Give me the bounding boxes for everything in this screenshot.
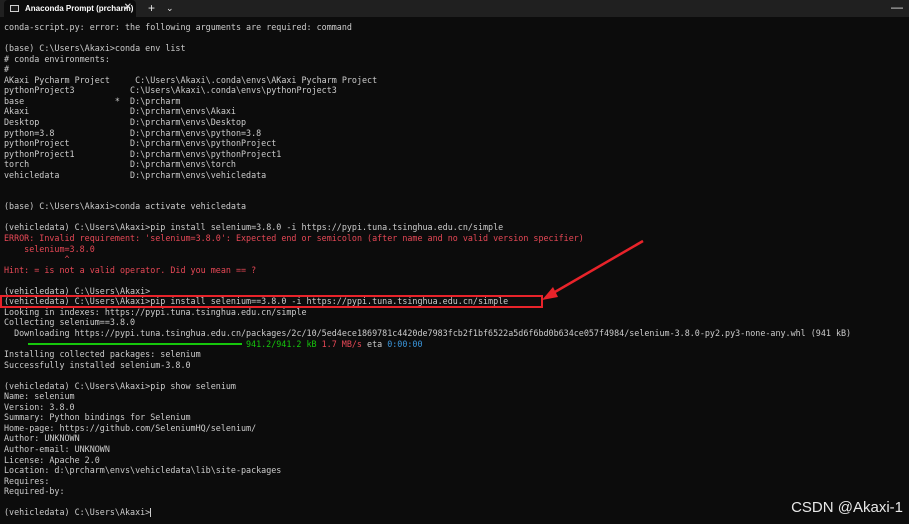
terminal-output[interactable]: conda-script.py: error: the following ar… (4, 22, 904, 522)
terminal-line: # conda environments: (4, 53, 110, 64)
download-size: 941.2/941.2 kB (246, 338, 322, 349)
new-tab-icon[interactable]: + (148, 1, 155, 15)
watermark: CSDN @Akaxi-1 (791, 499, 903, 516)
terminal-line: Author: UNKNOWN (4, 433, 80, 444)
terminal-line: License: Apache 2.0 (4, 454, 100, 465)
download-speed: 1.7 MB/s (321, 338, 368, 349)
terminal-line: Downloading https://pypi.tuna.tsinghua.e… (4, 327, 852, 338)
tab-anaconda-prompt[interactable]: Anaconda Prompt (prcharm) ✕ (4, 0, 136, 17)
terminal-line: (base) C:\Users\Akaxi>conda activate veh… (4, 201, 247, 212)
terminal-line: Collecting selenium==3.8.0 (4, 317, 136, 328)
terminal-line: python=3.8 D:\prcharm\envs\python=3.8 (4, 127, 262, 138)
terminal-line: Location: d:\prcharm\envs\vehicledata\li… (4, 465, 282, 476)
chevron-down-icon[interactable]: ⌄ (166, 3, 174, 14)
terminal-line: pythonProject1 D:\prcharm\envs\pythonPro… (4, 148, 282, 159)
highlight-annotation-box (0, 295, 543, 308)
terminal-line: ^ (4, 254, 70, 265)
terminal-line: selenium=3.8.0 (4, 243, 95, 254)
terminal-line: ERROR: Invalid requirement: 'selenium=3.… (4, 233, 584, 243)
terminal-line: (vehicledata) C:\Users\Akaxi> (4, 507, 152, 518)
terminal-line: Author-email: UNKNOWN (4, 444, 110, 454)
terminal-line: vehicledata D:\prcharm\envs\vehicledata (4, 169, 267, 180)
terminal-line: AKaxi Pycharm Project C:\Users\Akaxi\.co… (4, 74, 378, 85)
terminal-line: (vehicledata) C:\Users\Akaxi>pip install… (4, 222, 504, 233)
terminal-line: Requires: (4, 475, 50, 486)
terminal-line: base * D:\prcharm (4, 95, 181, 106)
download-progress-line: 941.2/941.2 kB 1.7 MB/s eta 0:00:00 (4, 339, 423, 349)
terminal-line: Installing collected packages: selenium (4, 349, 201, 360)
terminal-line: torch D:\prcharm\envs\torch (4, 159, 236, 170)
terminal-line: pythonProject D:\prcharm\envs\pythonProj… (4, 138, 277, 149)
minimize-icon[interactable]: — (891, 0, 903, 14)
terminal-line: Looking in indexes: https://pypi.tuna.ts… (4, 306, 307, 317)
close-tab-icon[interactable]: ✕ (124, 2, 132, 13)
download-progress-bar (28, 343, 242, 345)
terminal-line: conda-script.py: error: the following ar… (4, 22, 352, 32)
terminal-line: Successfully installed selenium-3.8.0 (4, 359, 191, 370)
terminal-line: (base) C:\Users\Akaxi>conda env list (4, 43, 186, 54)
terminal-line: Name: selenium (4, 391, 75, 402)
terminal-line: Required-by: (4, 486, 65, 497)
terminal-line: (vehicledata) C:\Users\Akaxi>pip show se… (4, 380, 236, 391)
terminal-line: Summary: Python bindings for Selenium (4, 412, 191, 423)
terminal-line: Version: 3.8.0 (4, 401, 75, 412)
title-bar: Anaconda Prompt (prcharm) ✕ + ⌄ — (0, 0, 909, 17)
eta-value: 0:00:00 (387, 338, 423, 349)
terminal-line: Hint: = is not a valid operator. Did you… (4, 264, 257, 275)
terminal-line: pythonProject3 C:\Users\Akaxi\.conda\env… (4, 85, 337, 96)
terminal-line: Desktop D:\prcharm\envs\Desktop (4, 116, 247, 127)
text-cursor (150, 508, 152, 518)
terminal-icon (10, 5, 19, 12)
terminal-line: Akaxi D:\prcharm\envs\Akaxi (4, 106, 236, 117)
terminal-line: # (4, 64, 10, 75)
eta-label: eta (367, 338, 388, 349)
tab-title: Anaconda Prompt (prcharm) (25, 4, 134, 13)
terminal-line: Home-page: https://github.com/SeleniumHQ… (4, 422, 257, 433)
